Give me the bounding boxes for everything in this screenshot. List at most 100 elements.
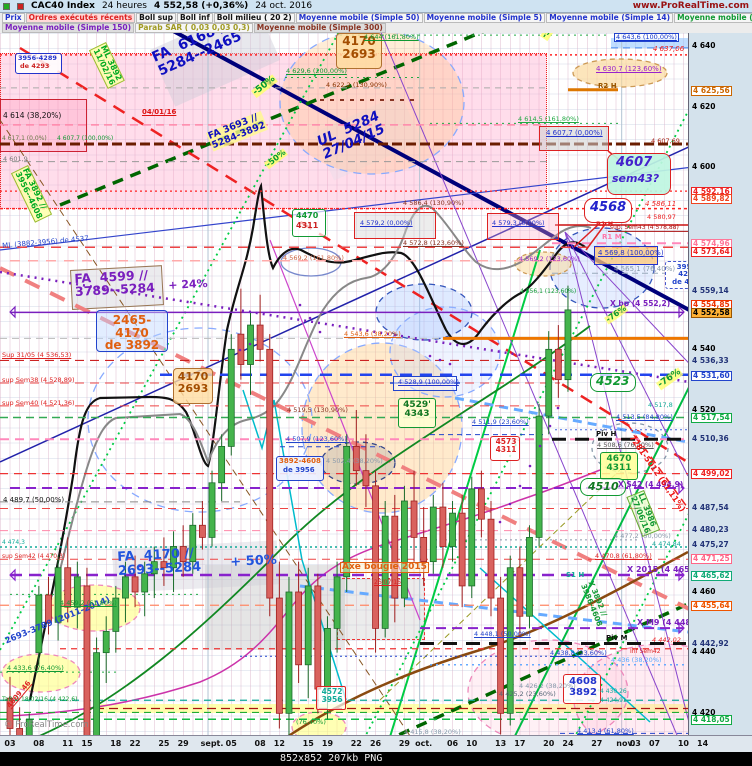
annotation-ellipse bbox=[467, 639, 629, 735]
sar-dot bbox=[428, 354, 432, 358]
candle-body bbox=[83, 585, 91, 735]
time-axis-label: 12 bbox=[273, 739, 285, 748]
legend-chip[interactable]: Moyenne mobile (Simple 200) bbox=[674, 13, 752, 23]
site-link[interactable]: www.ProRealTime.com bbox=[633, 1, 749, 11]
candle-body bbox=[112, 597, 120, 632]
time-axis-label: 08 bbox=[254, 739, 266, 748]
candle-body bbox=[410, 500, 418, 538]
legend-chip[interactable]: Moyenne mobile (Simple 300) bbox=[253, 23, 386, 33]
legend-chip[interactable]: Boll inf bbox=[176, 13, 213, 23]
candle-body bbox=[497, 597, 505, 714]
sar-dot bbox=[508, 502, 512, 506]
candle-body bbox=[526, 536, 533, 617]
sar-dot bbox=[538, 444, 542, 448]
candle-body bbox=[73, 576, 81, 608]
candle-body bbox=[208, 482, 216, 538]
price-axis-label: 4 460 bbox=[692, 587, 716, 596]
legend-chip[interactable]: Prix bbox=[2, 13, 25, 23]
annotation-box bbox=[398, 398, 436, 428]
price-axis-label: 4 536,33 bbox=[692, 356, 729, 365]
sar-dot bbox=[438, 358, 442, 362]
annotation-box bbox=[607, 153, 671, 195]
candle-body bbox=[170, 546, 177, 569]
candle-body bbox=[150, 561, 158, 575]
time-axis-label: 11 bbox=[62, 739, 74, 748]
price-axis-label: 4 559,14 bbox=[692, 286, 729, 295]
candle-body bbox=[506, 567, 514, 714]
price-axis-label: 4 600 bbox=[692, 162, 716, 171]
candle-body bbox=[468, 488, 476, 587]
legend-chip[interactable]: Moyenne mobile (Simple 150) bbox=[2, 23, 135, 33]
trend-line bbox=[454, 396, 688, 444]
annotation-ellipse bbox=[1, 653, 81, 693]
sell-icon[interactable] bbox=[17, 2, 24, 10]
candle-body bbox=[102, 631, 110, 654]
legend-chip[interactable]: Moyenne mobile (Simple 5) bbox=[423, 13, 546, 23]
annotation-box bbox=[580, 478, 626, 496]
annotation-box bbox=[15, 53, 62, 74]
annotation-box bbox=[590, 373, 636, 392]
candle-body bbox=[218, 445, 226, 484]
annotation-box bbox=[292, 209, 326, 237]
time-axis-label: 18 bbox=[110, 739, 122, 748]
candle-body bbox=[304, 585, 312, 666]
sar-dot bbox=[138, 564, 142, 568]
sar-dot bbox=[556, 406, 560, 410]
candle-body bbox=[285, 591, 293, 714]
candle-body bbox=[256, 324, 264, 350]
candle-body bbox=[324, 627, 331, 690]
time-axis[interactable]: 03 08 11 15 18 22 25 29 sept. 05 08 12 15 19 22 26 29 oct… bbox=[0, 735, 752, 752]
price-axis-label: 4 471,25 bbox=[691, 554, 732, 564]
price-axis-label: 4 540 bbox=[692, 344, 716, 353]
sar-dot bbox=[548, 424, 552, 428]
time-axis-label: 05 bbox=[225, 739, 237, 748]
title-bar: CAC40 Index 24 heures 4 552,58 (+0,36%) … bbox=[0, 0, 752, 13]
symbol-label: CAC40 Index bbox=[31, 1, 95, 11]
candle-body bbox=[189, 524, 197, 563]
candle-body bbox=[545, 348, 553, 417]
annotation-box bbox=[173, 368, 213, 404]
price-axis-label: 4 625,56 bbox=[691, 86, 732, 96]
price-axis-label: 4 465,62 bbox=[691, 571, 732, 581]
time-axis-label: 25 bbox=[158, 739, 170, 748]
candle-body bbox=[54, 567, 62, 623]
legend-chip[interactable]: Parab SAR ( 0,03 0,03 0,3) bbox=[135, 23, 253, 33]
annotation-box bbox=[316, 686, 346, 710]
sar-dot bbox=[128, 570, 132, 574]
legend-chip[interactable]: Boll sup bbox=[136, 13, 176, 23]
legend-chip[interactable]: Moyenne mobile (Simple 50) bbox=[295, 13, 423, 23]
annotation-box bbox=[276, 456, 324, 481]
price-axis-label: 4 640 bbox=[692, 41, 716, 50]
price-axis[interactable]: 4 640 4 625,56 4 620 4 600 4 592,16 4 589,82 4… bbox=[688, 33, 752, 735]
sar-dot bbox=[448, 362, 452, 366]
sar-dot bbox=[238, 348, 242, 352]
candle-body bbox=[381, 515, 389, 629]
candle-body bbox=[160, 561, 168, 569]
annotation-box bbox=[393, 376, 457, 391]
candle-body bbox=[131, 576, 139, 593]
chart-area[interactable]: 4170 2693 FA 6168 //5284--2465 -50% FA 3693 … bbox=[0, 33, 688, 735]
legend-chip[interactable]: Boll milieu ( 20 2) bbox=[213, 13, 295, 23]
time-axis-label: 19 bbox=[321, 739, 334, 748]
price-axis-label: 4 440 bbox=[692, 647, 716, 656]
time-axis-label: 29 bbox=[398, 739, 410, 748]
sar-dot bbox=[148, 558, 152, 562]
price-axis-label: 4 589,82 bbox=[691, 194, 732, 204]
candle-body bbox=[420, 536, 428, 563]
indicator-legend-row2: Moyenne mobile (Simple 150) Parab SAR ( 0… bbox=[0, 23, 752, 33]
candle-body bbox=[362, 470, 370, 487]
time-axis-label: oct. bbox=[415, 739, 433, 748]
prorealtime-window: CAC40 Index 24 heures 4 552,58 (+0,36%) … bbox=[0, 0, 752, 766]
annotation-box bbox=[563, 674, 601, 704]
candle-body bbox=[6, 697, 14, 729]
timeframe-label[interactable]: 24 heures bbox=[102, 1, 147, 11]
annotation-box bbox=[336, 33, 382, 69]
buy-icon[interactable] bbox=[3, 2, 10, 10]
annotation-box bbox=[584, 198, 632, 223]
candle-body bbox=[391, 515, 399, 599]
sar-dot bbox=[518, 484, 522, 488]
legend-chip[interactable]: Ordres exécutés récents bbox=[25, 13, 136, 23]
legend-chip[interactable]: Moyenne mobile (Simple 14) bbox=[546, 13, 674, 23]
candle-body bbox=[439, 506, 447, 547]
annotation-ellipse bbox=[572, 58, 668, 88]
